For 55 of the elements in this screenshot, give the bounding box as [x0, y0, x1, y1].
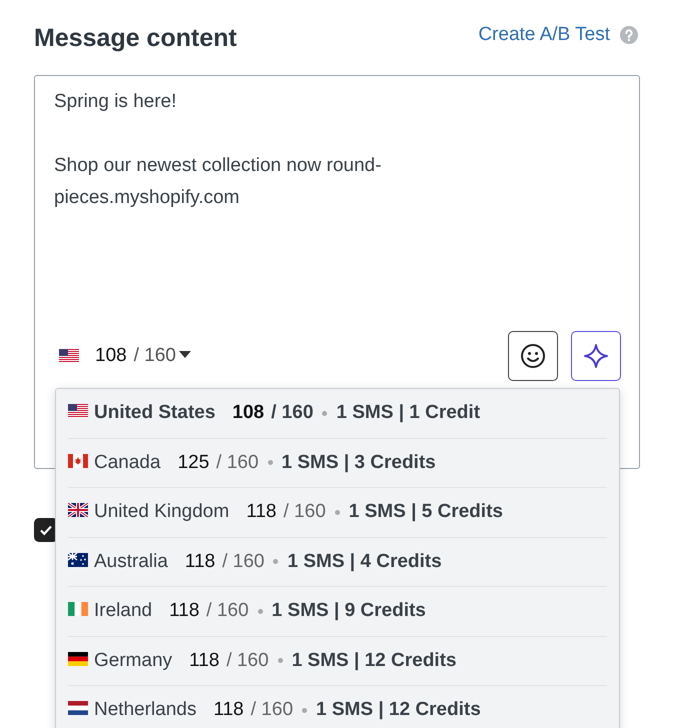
- character-count: 108: [232, 402, 264, 424]
- separator-dot: [322, 410, 328, 416]
- sms-cost: 1 SMS | 9 Credits: [272, 600, 426, 622]
- flag-icon: [68, 652, 88, 666]
- character-limit: / 160: [250, 699, 294, 722]
- country-name: Australia: [94, 550, 168, 573]
- country-option[interactable]: Germany 118 / 160 1 SMS | 12 Credits: [68, 636, 607, 686]
- ai-assist-button[interactable]: [571, 331, 621, 381]
- emoji-button[interactable]: [508, 331, 558, 381]
- character-count: 118: [169, 600, 200, 622]
- character-limit: / 160: [271, 402, 314, 424]
- smiley-icon: [520, 343, 546, 369]
- country-option[interactable]: Netherlands 118 / 160 1 SMS | 12 Credits: [68, 686, 607, 728]
- country-option[interactable]: Ireland 118 / 160 1 SMS | 9 Credits: [68, 587, 607, 636]
- caret-icon: [178, 350, 191, 358]
- country-name: Ireland: [94, 600, 152, 622]
- flag-icon: [68, 454, 88, 468]
- country-option[interactable]: United States 108 / 160 1 SMS | 1 Credit: [68, 389, 607, 438]
- country-name: Netherlands: [94, 699, 196, 722]
- character-limit: / 160: [222, 550, 264, 573]
- sms-cost: 1 SMS | 5 Credits: [348, 501, 503, 524]
- separator-dot: [334, 510, 340, 515]
- country-name: United States: [94, 402, 216, 424]
- sms-cost: 1 SMS | 12 Credits: [292, 650, 456, 672]
- separator-dot: [278, 658, 283, 664]
- sms-cost: 1 SMS | 4 Credits: [287, 550, 442, 573]
- character-count: 118: [246, 501, 276, 524]
- separator-dot: [273, 559, 278, 564]
- country-name: Germany: [94, 650, 172, 672]
- country-option[interactable]: Canada 125 / 160 1 SMS | 3 Credits: [68, 438, 607, 488]
- separator-dot: [268, 460, 273, 466]
- character-count: 118: [184, 550, 216, 573]
- sparkle-icon: [583, 343, 609, 369]
- flag-icon: [68, 602, 88, 616]
- character-count: 118: [213, 699, 244, 722]
- character-count: 118: [189, 650, 220, 672]
- country-option[interactable]: Australia 118 / 160 1 SMS | 4 Credits: [68, 538, 607, 587]
- flag-icon: [59, 349, 79, 363]
- flag-icon: [68, 404, 88, 418]
- sms-cost: 1 SMS | 12 Credits: [316, 699, 481, 722]
- flag-icon: [68, 701, 88, 716]
- character-limit: / 160: [284, 501, 326, 524]
- separator-dot: [302, 708, 308, 713]
- message-text: Spring is here! Shop our newest collection now round-pieces.myshopify.com: [53, 90, 382, 210]
- section-heading: Message content: [34, 24, 237, 52]
- character-limit: / 160: [226, 650, 269, 672]
- country-name: United Kingdom: [94, 501, 230, 524]
- sms-cost: 1 SMS | 1 Credit: [336, 402, 480, 424]
- country-option[interactable]: United Kingdom 118 / 160 1 SMS | 5 Credits: [68, 488, 607, 538]
- flag-icon: [68, 503, 88, 518]
- country-counter-dropdown[interactable]: 108 / 160: [59, 345, 191, 367]
- character-limit: / 160: [206, 600, 249, 622]
- flag-icon: [68, 552, 88, 567]
- create-ab-test-link[interactable]: Create A/B Test: [478, 24, 610, 46]
- separator-dot: [258, 608, 263, 614]
